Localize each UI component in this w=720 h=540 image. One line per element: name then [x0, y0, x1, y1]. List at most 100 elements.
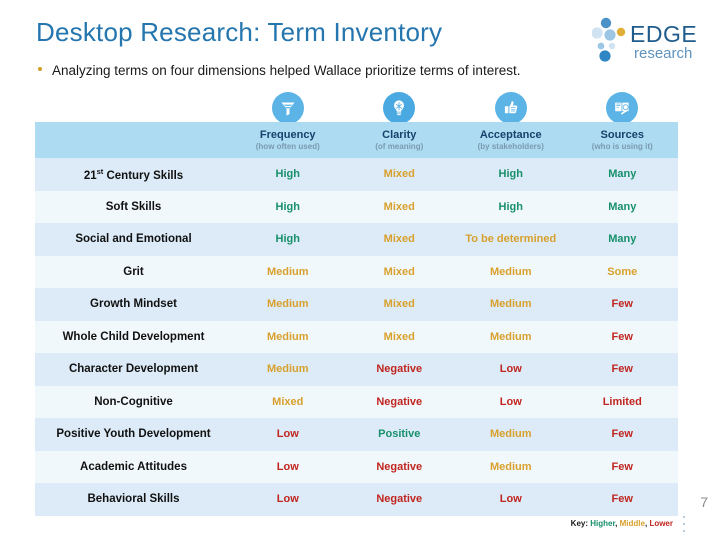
- cell-clarity: Negative: [343, 450, 455, 483]
- term-name-superscript: st: [96, 166, 104, 176]
- cell-sources: Some: [566, 255, 678, 288]
- cell-frequency: Medium: [232, 353, 344, 386]
- cell-clarity: Mixed: [343, 288, 455, 321]
- cell-clarity: Mixed: [343, 320, 455, 353]
- term-name-cell: Academic Attitudes: [35, 450, 232, 483]
- cell-clarity: Negative: [343, 353, 455, 386]
- edge-research-logo: EDGE research: [592, 16, 712, 64]
- column-header-clarity: Clarity (of meaning): [343, 122, 455, 158]
- cell-frequency: Low: [232, 483, 344, 516]
- column-header-frequency: Frequency (how often used): [232, 122, 344, 158]
- key-label: Key:: [570, 519, 589, 528]
- icon-cell-clarity: [344, 92, 456, 126]
- cell-sources: Few: [566, 320, 678, 353]
- column-header-sources-sublabel: (who is using it): [591, 141, 653, 151]
- key-lower: Lower: [649, 519, 673, 528]
- key-higher: Higher: [590, 519, 616, 528]
- cell-acceptance: To be determined: [455, 223, 567, 256]
- cell-frequency: Medium: [232, 255, 344, 288]
- footer-dot: [683, 530, 685, 532]
- cell-sources: Few: [566, 418, 678, 451]
- table-row: Non-Cognitive Mixed Negative Low Limited: [35, 385, 678, 418]
- table-row: Social and Emotional High Mixed To be deter…: [35, 223, 678, 256]
- cell-acceptance: Medium: [455, 418, 567, 451]
- table-row: Character Development Medium Negative Low Fe…: [35, 353, 678, 386]
- cell-frequency: Medium: [232, 320, 344, 353]
- term-name-cell: Behavioral Skills: [35, 483, 232, 516]
- cell-acceptance: Low: [455, 353, 567, 386]
- svg-text:research: research: [634, 45, 692, 62]
- cell-acceptance: High: [455, 190, 567, 223]
- cell-frequency: Mixed: [232, 385, 344, 418]
- icon-cell-sources: [567, 92, 679, 126]
- term-name-cell: 21st Century Skills: [35, 158, 232, 191]
- subtitle-bullet-row: Analyzing terms on four dimensions helpe…: [38, 63, 520, 78]
- term-name-cell: Non-Cognitive: [35, 385, 232, 418]
- cell-clarity: Mixed: [343, 255, 455, 288]
- column-header-term: [35, 122, 232, 158]
- cell-frequency: Low: [232, 450, 344, 483]
- term-name-cell: Soft Skills: [35, 190, 232, 223]
- cell-acceptance: Low: [455, 483, 567, 516]
- footer-dot: [683, 516, 685, 518]
- column-header-sources: Sources (who is using it): [566, 122, 678, 158]
- cell-clarity: Negative: [343, 483, 455, 516]
- cell-sources: Few: [566, 483, 678, 516]
- color-key: Key: Higher, Middle, Lower: [571, 519, 673, 528]
- dimension-icon-strip: [232, 92, 678, 126]
- column-header-acceptance: Acceptance (by stakeholders): [455, 122, 567, 158]
- table-row: Positive Youth Development Low Positive Med…: [35, 418, 678, 451]
- term-name-cell: Character Development: [35, 353, 232, 386]
- cell-sources: Few: [566, 288, 678, 321]
- column-header-clarity-sublabel: (of meaning): [375, 141, 424, 151]
- footer-dot: [683, 523, 685, 525]
- funnel-icon: [271, 92, 304, 124]
- cell-acceptance: Medium: [455, 320, 567, 353]
- cell-clarity: Positive: [343, 418, 455, 451]
- cell-clarity: Mixed: [343, 223, 455, 256]
- book-icon: [606, 92, 639, 124]
- table-row: Whole Child Development Medium Mixed Medium…: [35, 320, 678, 353]
- lightbulb-icon: [383, 92, 416, 124]
- cell-acceptance: Low: [455, 385, 567, 418]
- page-title: Desktop Research: Term Inventory: [36, 17, 443, 47]
- table-body: 21st Century Skills High Mixed High Many Soft…: [35, 158, 678, 516]
- logo-graphic: EDGE research: [592, 17, 697, 62]
- table-row: 21st Century Skills High Mixed High Many: [35, 158, 678, 191]
- cell-sources: Many: [566, 158, 678, 191]
- table-row: Academic Attitudes Low Negative Medium Few: [35, 450, 678, 483]
- column-header-frequency-sublabel: (how often used): [255, 141, 320, 151]
- term-name-cell: Growth Mindset: [35, 288, 232, 321]
- svg-text:EDGE: EDGE: [630, 21, 697, 47]
- key-sep-2: ,: [644, 519, 648, 528]
- column-header-clarity-label: Clarity: [382, 128, 417, 141]
- term-inventory-table: Frequency (how often used) Clarity (of m…: [35, 122, 678, 516]
- thumbs-up-icon: [494, 92, 527, 124]
- page-number: 7: [700, 494, 708, 510]
- term-name-cell: Grit: [35, 255, 232, 288]
- table-header: Frequency (how often used) Clarity (of m…: [35, 122, 678, 158]
- column-header-sources-label: Sources: [600, 128, 644, 141]
- cell-clarity: Mixed: [343, 158, 455, 191]
- cell-frequency: High: [232, 223, 344, 256]
- cell-sources: Limited: [566, 385, 678, 418]
- cell-frequency: Medium: [232, 288, 344, 321]
- table-row: Soft Skills High Mixed High Many: [35, 190, 678, 223]
- table-row: Growth Mindset Medium Mixed Medium Few: [35, 288, 678, 321]
- icon-cell-acceptance: [455, 92, 567, 126]
- key-middle: Middle: [619, 519, 645, 528]
- footer-dot-decoration: [683, 516, 686, 536]
- icon-cell-frequency: [232, 92, 344, 126]
- cell-sources: Few: [566, 353, 678, 386]
- cell-frequency: High: [232, 158, 344, 191]
- cell-frequency: Low: [232, 418, 344, 451]
- column-header-acceptance-sublabel: (by stakeholders): [477, 141, 544, 151]
- subtitle-text: Analyzing terms on four dimensions helpe…: [52, 63, 521, 78]
- term-name-cell: Whole Child Development: [35, 320, 232, 353]
- key-sep-1: ,: [615, 519, 618, 528]
- cell-clarity: Negative: [343, 385, 455, 418]
- table-header-row: Frequency (how often used) Clarity (of m…: [35, 122, 678, 158]
- cell-acceptance: Medium: [455, 288, 567, 321]
- table-row: Grit Medium Mixed Medium Some: [35, 255, 678, 288]
- cell-frequency: High: [232, 190, 344, 223]
